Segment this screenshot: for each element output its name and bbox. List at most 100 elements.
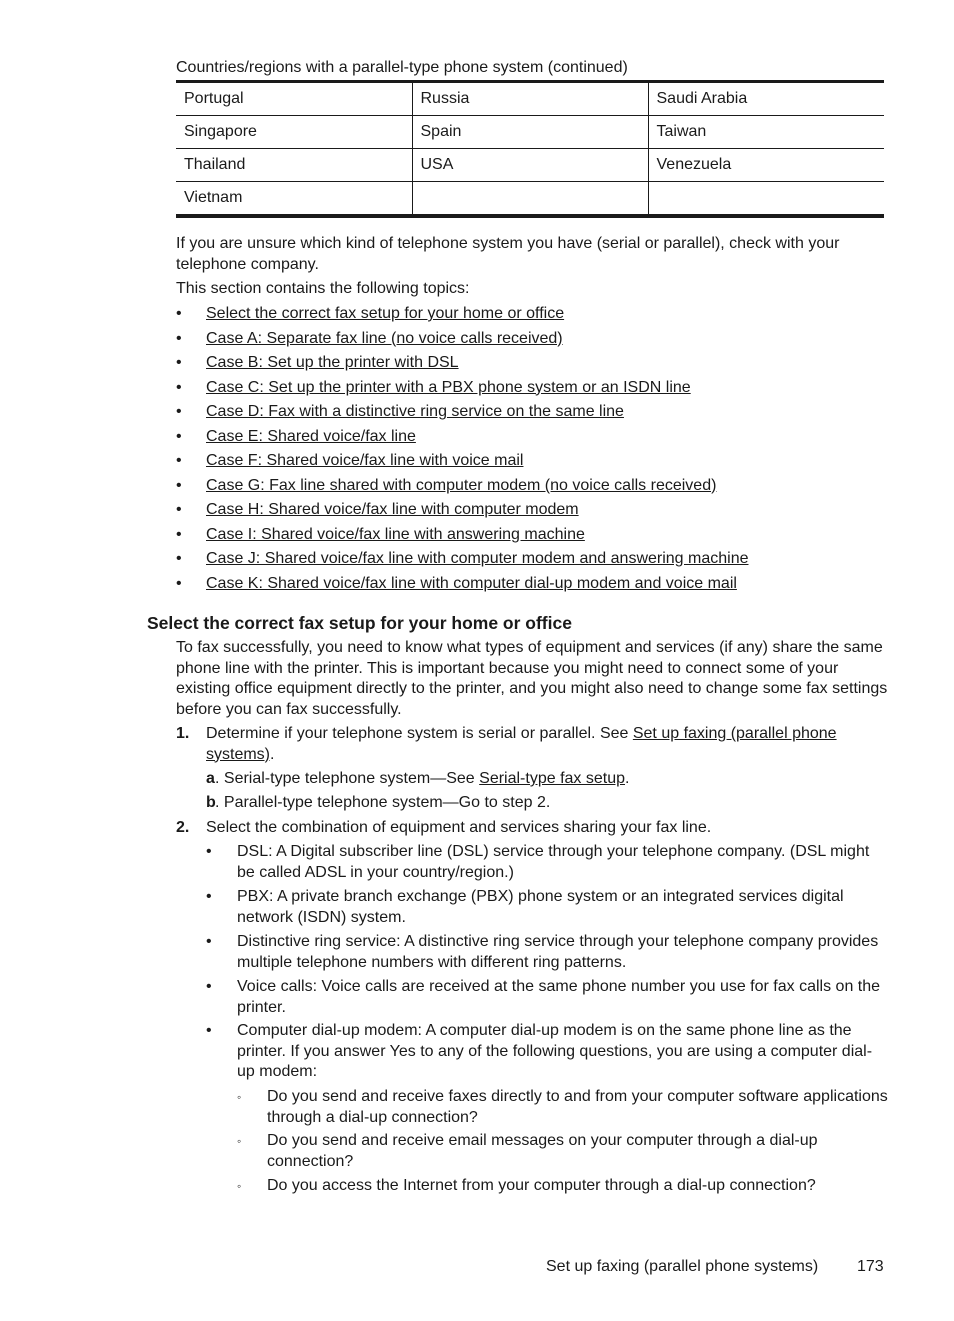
list-item: • Case G: Fax line shared with computer m…	[176, 475, 888, 500]
bullet-icon: •	[206, 978, 212, 995]
list-item: • Case F: Shared voice/fax line with voic…	[176, 450, 888, 475]
topic-link[interactable]: Case G: Fax line shared with computer mo…	[206, 477, 716, 494]
topics-list: • Select the correct fax setup for your h…	[176, 303, 888, 597]
bullet-icon: •	[206, 933, 212, 950]
bullet-icon: •	[176, 476, 182, 494]
question-item: ◦ Do you send and receive faxes directly…	[237, 1087, 888, 1128]
list-item: • Case K: Shared voice/fax line with comp…	[176, 573, 888, 598]
question-item: ◦ Do you send and receive email messages…	[237, 1131, 888, 1172]
circle-bullet-icon: ◦	[237, 1134, 242, 1148]
list-item: • Case E: Shared voice/fax line	[176, 426, 888, 451]
list-item: • Case B: Set up the printer with DSL	[176, 352, 888, 377]
table-cell: Vietnam	[176, 181, 413, 216]
topic-link[interactable]: Case B: Set up the printer with DSL	[206, 354, 459, 371]
topic-link[interactable]: Case H: Shared voice/fax line with compu…	[206, 501, 579, 518]
table-cell: Saudi Arabia	[648, 81, 884, 116]
substep-letter: b	[206, 794, 216, 811]
topic-link[interactable]: Case C: Set up the printer with a PBX ph…	[206, 379, 691, 396]
bullet-icon: •	[176, 501, 182, 518]
topic-link[interactable]: Select the correct fax setup for your ho…	[206, 305, 564, 322]
countries-table: Portugal Russia Saudi Arabia Singapore S…	[176, 80, 884, 218]
step-2: 2. Select the combination of equipment a…	[176, 818, 888, 839]
unsure-paragraph: If you are unsure which kind of telephon…	[176, 235, 840, 273]
list-item: • Case D: Fax with a distinctive ring ser…	[176, 401, 888, 426]
list-item: • Select the correct fax setup for your h…	[176, 303, 888, 328]
equipment-text: DSL: A Digital subscriber line (DSL) ser…	[237, 843, 870, 881]
list-item: • Case A: Separate fax line (no voice cal…	[176, 328, 888, 353]
bullet-icon: •	[176, 378, 182, 396]
table-cell: Spain	[412, 115, 649, 149]
list-item: • Case H: Shared voice/fax line with comp…	[176, 499, 888, 524]
substep-letter: a	[206, 770, 215, 787]
bullet-icon: •	[176, 550, 182, 567]
topic-link[interactable]: Case I: Shared voice/fax line with answe…	[206, 526, 585, 543]
list-item: • Case J: Shared voice/fax line with comp…	[176, 548, 888, 573]
topic-link[interactable]: Case D: Fax with a distinctive ring serv…	[206, 403, 624, 420]
equipment-text: PBX: A private branch exchange (PBX) pho…	[237, 888, 844, 926]
step-number: 2.	[176, 819, 190, 836]
step-text: Determine if your telephone system is se…	[206, 724, 888, 765]
circle-bullet-icon: ◦	[237, 1090, 242, 1104]
step-text: Select the combination of equipment and …	[206, 819, 712, 836]
footer-title: Set up faxing (parallel phone systems)	[546, 1258, 819, 1275]
question-text: Do you send and receive email messages o…	[267, 1132, 818, 1170]
question-text: Do you send and receive faxes directly t…	[267, 1088, 888, 1126]
bullet-icon: •	[176, 574, 182, 592]
page-number: 173	[857, 1258, 884, 1275]
table-row: Vietnam	[176, 181, 884, 217]
bullet-icon: •	[176, 403, 182, 420]
substep-text: . Serial-type telephone system—See Seria…	[215, 769, 888, 790]
bullet-icon: •	[176, 329, 182, 347]
table-cell: Portugal	[176, 81, 413, 116]
topic-link[interactable]: Case F: Shared voice/fax line with voice…	[206, 452, 523, 469]
bullet-icon: •	[176, 525, 182, 543]
section-heading: Select the correct fax setup for your ho…	[147, 613, 572, 633]
question-item: ◦ Do you access the Internet from your c…	[237, 1176, 888, 1197]
bullet-icon: •	[206, 843, 212, 860]
bullet-icon: •	[176, 427, 182, 445]
topic-link[interactable]: Case E: Shared voice/fax line	[206, 428, 416, 445]
equipment-text: Computer dial-up modem: A computer dial-…	[237, 1022, 873, 1080]
table-cell: Russia	[412, 81, 649, 116]
bullet-icon: •	[176, 354, 182, 371]
topic-link[interactable]: Case K: Shared voice/fax line with compu…	[206, 575, 737, 592]
equipment-item: • Computer dial-up modem: A computer dia…	[206, 1021, 888, 1083]
table-cell	[412, 181, 649, 216]
equipment-text: Distinctive ring service: A distinctive …	[237, 933, 879, 971]
step-1: 1. Determine if your telephone system is…	[176, 724, 888, 765]
table-cell: Venezuela	[648, 148, 884, 182]
list-item: • Case I: Shared voice/fax line with answ…	[176, 524, 888, 549]
table-row: Thailand USA Venezuela	[176, 148, 884, 182]
bullet-icon: •	[206, 1022, 212, 1039]
table-cell: USA	[412, 148, 649, 182]
question-text: Do you access the Internet from your com…	[267, 1177, 816, 1194]
substep-text-before: . Serial-type telephone system—See	[215, 770, 480, 787]
table-cell	[648, 182, 884, 217]
step-number: 1.	[176, 725, 190, 742]
step-1a: a . Serial-type telephone system—See Ser…	[206, 769, 888, 790]
substep-text: . Parallel-type telephone system—Go to s…	[215, 794, 551, 811]
table-cell: Singapore	[176, 115, 413, 149]
topics-intro: This section contains the following topi…	[176, 280, 470, 297]
substep-text-after: .	[625, 770, 630, 787]
list-item: • Case C: Set up the printer with a PBX p…	[176, 377, 888, 402]
table-cell: Taiwan	[648, 115, 884, 149]
table-cell: Thailand	[176, 148, 413, 182]
serial-fax-setup-link[interactable]: Serial-type fax setup	[479, 770, 625, 787]
table-caption: Countries/regions with a parallel-type p…	[176, 59, 628, 76]
equipment-text: Voice calls: Voice calls are received at…	[237, 978, 881, 1016]
topic-link[interactable]: Case J: Shared voice/fax line with compu…	[206, 550, 749, 567]
equipment-item: • PBX: A private branch exchange (PBX) p…	[206, 887, 888, 928]
topic-link[interactable]: Case A: Separate fax line (no voice call…	[206, 330, 563, 347]
step-text-before: Determine if your telephone system is se…	[206, 725, 633, 742]
equipment-item: • DSL: A Digital subscriber line (DSL) s…	[206, 842, 888, 883]
equipment-item: • Distinctive ring service: A distinctiv…	[206, 932, 888, 973]
circle-bullet-icon: ◦	[237, 1179, 242, 1193]
bullet-icon: •	[176, 452, 182, 469]
bullet-icon: •	[206, 888, 212, 905]
section-body: To fax successfully, you need to know wh…	[176, 639, 888, 718]
table-row: Singapore Spain Taiwan	[176, 115, 884, 149]
table-row: Portugal Russia Saudi Arabia	[176, 81, 884, 116]
equipment-item: • Voice calls: Voice calls are received …	[206, 977, 888, 1018]
bullet-icon: •	[176, 305, 182, 322]
